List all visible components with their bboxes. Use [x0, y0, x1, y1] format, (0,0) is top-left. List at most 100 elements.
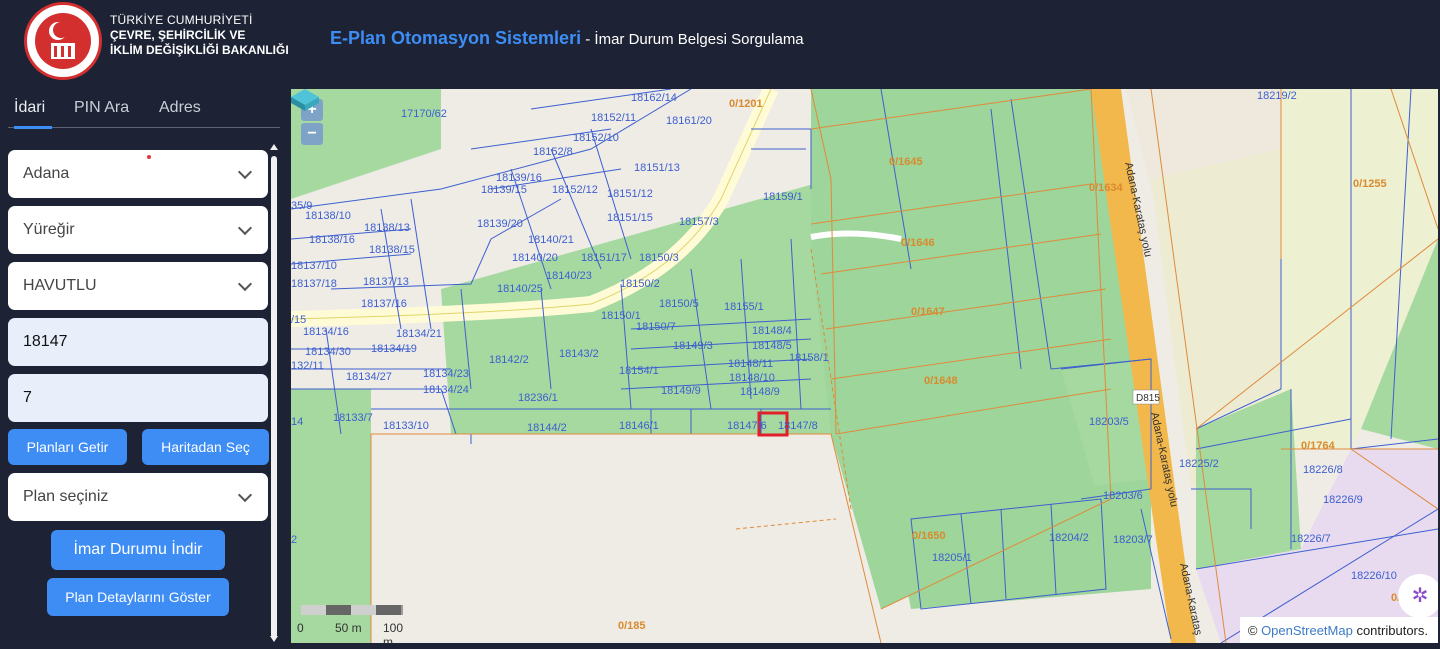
chevron-down-icon [237, 164, 253, 180]
field-area [371, 434, 881, 643]
layer-symbol-icon[interactable] [291, 89, 319, 111]
parcel-label: 18152/8 [533, 146, 573, 158]
tab-idari[interactable]: İdari [14, 99, 45, 117]
ai-assistant-icon[interactable]: ✲ [1398, 574, 1438, 618]
parcel-label: 18203/6 [1103, 490, 1143, 502]
scale-bar: 0 50 m 100 m [297, 605, 409, 643]
parcel-label: 18134/23 [423, 368, 469, 380]
block-number-input[interactable]: 18147 [8, 318, 268, 366]
parcel-label: 18155/1 [724, 301, 764, 313]
parcel-label: 18134/21 [396, 328, 442, 340]
plan-select-placeholder: Plan seçiniz [23, 488, 109, 505]
parcel-label: 17170/62 [401, 108, 447, 120]
parcel-label: 18133/10 [383, 420, 429, 432]
neighborhood-select[interactable]: HAVUTLU [8, 262, 268, 310]
download-zoning-button[interactable]: İmar Durumu İndir [51, 530, 225, 570]
parcel-label: 18148/10 [729, 372, 775, 384]
select-from-map-button[interactable]: Haritadan Seç [142, 429, 269, 465]
chevron-down-icon [237, 220, 253, 236]
sidebar-scrollbar[interactable] [270, 144, 278, 644]
parcel-label: 18204/2 [1049, 532, 1089, 544]
parcel-label: 18203/5 [1089, 416, 1129, 428]
parcel-label: 18152/10 [573, 132, 619, 144]
parcel-label: 18159/1 [763, 191, 803, 203]
scroll-thumb[interactable] [271, 156, 277, 638]
parcel-label: 18143/2 [559, 348, 599, 360]
parcel-label: 2 [291, 534, 297, 546]
parcel-label: 18225/2 [1179, 458, 1219, 470]
scale-label-50: 50 m [335, 621, 362, 635]
parcel-label: 18137/13 [363, 276, 409, 288]
parcel-label: 18147/6 [727, 420, 767, 432]
district-select[interactable]: Yüreğir [8, 206, 268, 254]
chevron-down-icon [237, 276, 253, 292]
parcel-label: 18219/2 [1257, 90, 1297, 102]
active-tab-indicator [14, 126, 52, 129]
cadastre-label: 0/1764 [1301, 440, 1336, 452]
scroll-down-arrow-icon[interactable] [270, 636, 278, 642]
parcel-label: 18158/1 [789, 352, 829, 364]
parcel-label: 18150/2 [620, 278, 660, 290]
zoom-out-icon[interactable]: − [301, 123, 323, 145]
cadastre-label: 0/1646 [901, 237, 935, 249]
parcel-label: 18134/24 [423, 384, 469, 396]
tab-pin-ara[interactable]: PIN Ara [74, 99, 129, 117]
province-value: Adana [23, 165, 70, 182]
cadastre-label: 0/1650 [912, 530, 946, 542]
parcel-number-input[interactable]: 7 [8, 374, 268, 422]
parcel-label: 18148/11 [728, 358, 773, 370]
parcel-label: 18139/15 [481, 184, 527, 196]
parcel-label: 18148/4 [752, 325, 792, 337]
cadastre-label: 0/1645 [889, 156, 923, 168]
parcel-label: 18149/3 [673, 340, 713, 352]
cadastre-label: 0/1255 [1353, 178, 1387, 190]
parcel-label: 18134/30 [305, 346, 351, 358]
osm-link[interactable]: OpenStreetMap [1261, 623, 1353, 638]
cadastre-label: 0/1201 [729, 98, 763, 110]
parcel-label: 18152/12 [552, 184, 598, 196]
parcel-label: 18140/20 [512, 252, 558, 264]
cadastre-label: 0/1634 [1089, 182, 1124, 194]
parcel-label: 18147/8 [778, 420, 818, 432]
plan-select[interactable]: Plan seçiniz [8, 473, 268, 521]
map-canvas[interactable]: 18162/1418152/11 18161/2017170/6218152/81… [291, 89, 1438, 643]
parcel-label: 18150/1 [601, 310, 641, 322]
ministry-line-3: İKLİM DEĞİŞİKLİĞİ BAKANLIĞI [110, 43, 289, 57]
cadastre-label: 0/185 [618, 620, 646, 632]
scroll-up-arrow-icon[interactable] [270, 144, 278, 150]
parcel-label: 18134/27 [346, 371, 392, 383]
parcel-label: 18142/2 [489, 354, 529, 366]
parcel-label: 18226/8 [1303, 464, 1343, 476]
parcel-label: 18144/2 [527, 422, 567, 434]
page-header: TÜRKİYE CUMHURİYETİ ÇEVRE, ŞEHİRCİLİK VE… [0, 0, 1440, 88]
parcel-label: 18226/9 [1323, 494, 1363, 506]
parcel-label: 18150/5 [659, 298, 699, 310]
ministry-line-2: ÇEVRE, ŞEHİRCİLİK VE [110, 28, 246, 42]
parcel-label: 18150/3 [639, 252, 679, 264]
parcel-label: 18138/16 [309, 234, 355, 246]
query-sidebar: İdari PIN Ara Adres Adana Yüreğir HAVUTL… [0, 88, 290, 649]
show-plan-details-button[interactable]: Plan Detaylarını Göster [47, 578, 229, 616]
map-attribution: © OpenStreetMap contributors. [1239, 617, 1438, 643]
ministry-logo [24, 2, 102, 80]
app-subtitle: - İmar Durum Belgesi Sorgulama [581, 31, 804, 48]
cadastral-map[interactable]: 18162/14 18152/11 18161/20 17170/62 18152/8 1… [291, 89, 1438, 643]
parcel-label: 18151/12 [607, 188, 653, 200]
province-select[interactable]: Adana [8, 150, 268, 198]
copyright-sign: © [1247, 623, 1262, 638]
road-number: D815 [1136, 393, 1160, 404]
parcel-label: 18226/10 [1351, 570, 1397, 582]
tab-adres[interactable]: Adres [159, 99, 201, 117]
app-title: E-Plan Otomasyon Sistemleri - İmar Durum… [330, 28, 804, 49]
parcel-label: 18139/16 [496, 172, 542, 184]
parcel-label: 18134/19 [371, 343, 417, 355]
get-plans-button[interactable]: Planları Getir [8, 429, 127, 465]
parcel-label: 18151/15 [607, 212, 653, 224]
app-name: E-Plan Otomasyon Sistemleri [330, 28, 582, 48]
parcel-label: 18157/3 [679, 216, 719, 228]
parcel-label: /15 [291, 314, 306, 326]
parcel-label: 18161/20 [666, 115, 712, 127]
parcel-label: 18226/7 [1291, 533, 1331, 545]
attribution-suffix: contributors. [1352, 623, 1428, 638]
parcel-label: 18140/23 [546, 270, 592, 282]
